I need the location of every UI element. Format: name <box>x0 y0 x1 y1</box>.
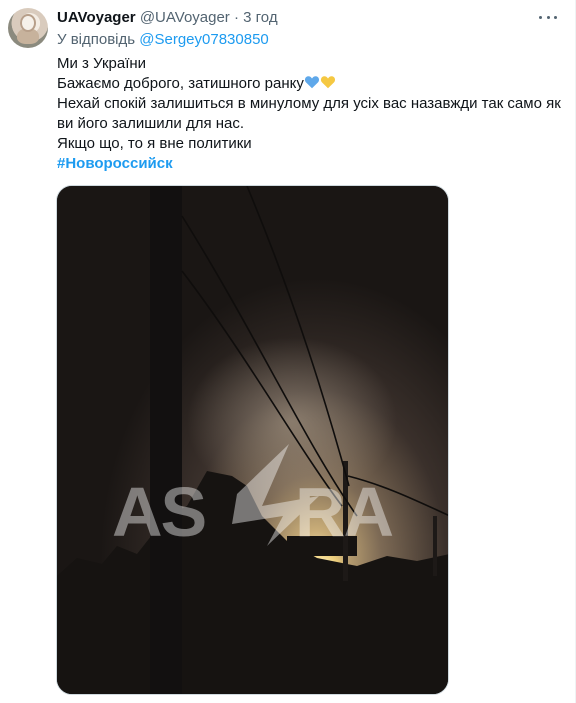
avatar[interactable] <box>8 8 48 48</box>
tweet-line-2-text: Бажаємо доброго, затишного ранку <box>57 75 304 92</box>
display-name[interactable]: UAVoyager <box>57 9 136 26</box>
tweet-media-photo[interactable]: AS RA <box>56 185 449 695</box>
tweet-line-1: Ми з України <box>57 55 147 72</box>
blue-heart-icon <box>304 76 319 89</box>
svg-text:AS: AS <box>112 473 205 551</box>
tweet-line-2: Бажаємо доброго, затишного ранку <box>57 74 572 94</box>
svg-text:RA: RA <box>295 473 393 551</box>
timestamp[interactable]: 3 год <box>243 9 277 26</box>
tweet-line-5: Якщо що, то я вне политики <box>57 135 252 152</box>
tweet-line-4: ви його залишили для нас. <box>57 115 245 132</box>
night-photo: AS RA <box>57 186 448 694</box>
user-handle[interactable]: @UAVoyager <box>140 9 230 26</box>
hashtag-link[interactable]: #Новороссийск <box>57 154 572 174</box>
reply-context: У відповідь @Sergey07830850 <box>57 31 269 49</box>
more-options-icon[interactable] <box>539 10 557 24</box>
reply-prefix: У відповідь <box>57 31 136 48</box>
separator-dot: · <box>233 9 239 26</box>
tweet-header: UAVoyager @UAVoyager · 3 год <box>57 9 278 27</box>
tweet-text: Ми з України Бажаємо доброго, затишного … <box>57 54 572 174</box>
yellow-heart-icon <box>320 76 335 89</box>
tweet[interactable]: UAVoyager @UAVoyager · 3 год У відповідь… <box>0 0 576 703</box>
tweet-line-3: Нехай спокій залишиться в минулому для у… <box>57 95 561 112</box>
reply-mention-link[interactable]: @Sergey07830850 <box>139 31 269 48</box>
